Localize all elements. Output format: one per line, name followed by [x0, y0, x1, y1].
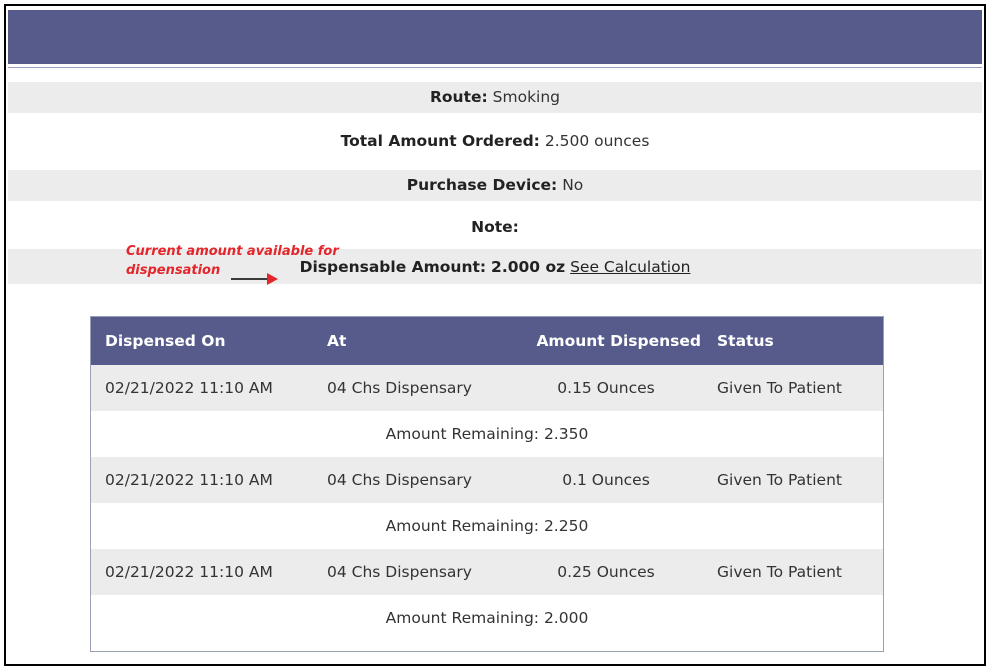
table-row: 02/21/2022 11:10 AM 04 Chs Dispensary 0.…: [91, 549, 883, 595]
cell-at: 04 Chs Dispensary: [327, 471, 472, 489]
total-ordered-label: Total Amount Ordered:: [340, 132, 540, 150]
cell-amount: 0.1 Ounces: [562, 471, 650, 489]
cell-dispensed-on: 02/21/2022 11:10 AM: [105, 563, 273, 581]
cell-status: Given To Patient: [717, 471, 842, 489]
table-row: 02/21/2022 11:10 AM 04 Chs Dispensary 0.…: [91, 457, 883, 503]
header-dispensed-on[interactable]: Dispensed On: [91, 317, 311, 365]
panel-header-bar: [8, 10, 982, 64]
annotation-arrow-icon: [231, 273, 278, 285]
note-row: Note:: [8, 213, 982, 239]
cell-dispensed-on: 02/21/2022 11:10 AM: [105, 379, 273, 397]
total-ordered-value: 2.500 ounces: [544, 132, 650, 150]
table-row: 02/21/2022 11:10 AM 04 Chs Dispensary 0.…: [91, 365, 883, 411]
route-label: Route:: [429, 88, 488, 106]
dispensable-value: 2.000 oz: [491, 258, 566, 276]
header-status[interactable]: Status: [711, 317, 883, 365]
cell-at: 04 Chs Dispensary: [327, 379, 472, 397]
purchase-device-row: Purchase Device: No: [8, 170, 982, 201]
total-ordered-row: Total Amount Ordered: 2.500 ounces: [8, 126, 982, 157]
amount-remaining-row: Amount Remaining: 2.000: [385, 609, 589, 627]
cell-status: Given To Patient: [717, 563, 842, 581]
note-label: Note:: [471, 218, 519, 236]
amount-remaining-row: Amount Remaining: 2.250: [385, 517, 589, 535]
header-at[interactable]: At: [311, 317, 501, 365]
cell-status: Given To Patient: [717, 379, 842, 397]
purchase-device-value: No: [562, 176, 584, 194]
route-row: Route: Smoking: [8, 82, 982, 113]
header-amount-dispensed[interactable]: Amount Dispensed: [501, 317, 711, 365]
cell-amount: 0.15 Ounces: [557, 379, 655, 397]
dispense-history-table: Dispensed On At Amount Dispensed Status …: [90, 316, 884, 652]
table-header-row: Dispensed On At Amount Dispensed Status: [91, 317, 883, 365]
annotation-line-1: Current amount available for: [126, 244, 339, 259]
amount-remaining-row: Amount Remaining: 2.350: [385, 425, 589, 443]
route-value: Smoking: [492, 88, 561, 106]
cell-at: 04 Chs Dispensary: [327, 563, 472, 581]
cell-amount: 0.25 Ounces: [557, 563, 655, 581]
purchase-device-label: Purchase Device:: [406, 176, 558, 194]
cell-dispensed-on: 02/21/2022 11:10 AM: [105, 471, 273, 489]
see-calculation-link[interactable]: See Calculation: [570, 258, 690, 276]
